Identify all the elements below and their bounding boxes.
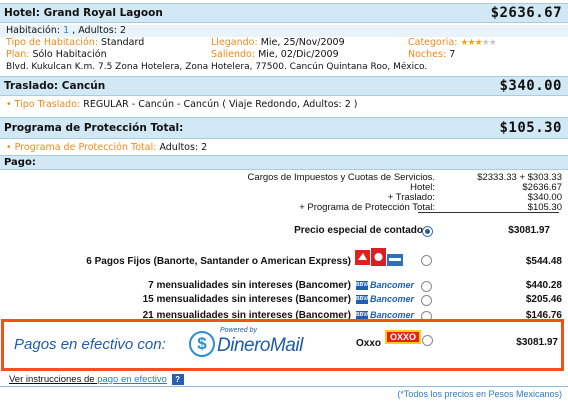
room-adults: , Adultos: 2 — [69, 25, 126, 36]
payment-option-amount: $440.28 — [525, 280, 562, 291]
dineromail-logo: DineroMail — [217, 335, 303, 356]
instructions-text: Ver instrucciones de — [9, 374, 98, 386]
bullet-icon: • — [6, 99, 15, 110]
protection-amount: $105.30 — [499, 120, 562, 136]
nights-value: 7 — [449, 49, 456, 60]
plan-value: Sólo Habitación — [32, 49, 107, 60]
arrival-label: Llegando: — [211, 37, 261, 48]
hotel-amount: $2636.67 — [490, 5, 562, 21]
hotel-header: Hotel: Grand Royal Lagoon $2636.67 — [0, 3, 568, 23]
hotel-title: Hotel: Grand Royal Lagoon — [4, 7, 163, 19]
powered-by: Powered by — [220, 327, 257, 334]
dineromail-box: Pagos en efectivo con: $ Powered by Dine… — [1, 319, 564, 371]
store-label: Oxxo — [356, 338, 382, 349]
category-stars: ★★★★★ — [460, 37, 497, 48]
payment-option-radio[interactable] — [421, 255, 432, 266]
payment-option-amount: $544.48 — [525, 256, 562, 267]
bullet-icon: • — [6, 142, 15, 153]
transfer-title: Traslado: Cancún — [4, 80, 106, 92]
transfer-type-row: • Tipo Traslado: REGULAR - Cancún - Canc… — [0, 99, 568, 111]
currency-footnote: (*Todos los precios en Pesos Mexicanos) — [397, 389, 562, 399]
payment-option-row: 15 mensualidades sin intereses (Bancomer… — [0, 294, 568, 308]
bbva-icon: BBVA — [356, 294, 370, 304]
payment-option-radio[interactable] — [421, 295, 432, 306]
payment-title: Pago: — [4, 157, 36, 168]
payment-header: Pago: — [0, 155, 568, 170]
footer-divider — [0, 386, 568, 387]
help-icon[interactable]: ? — [171, 374, 184, 385]
arrival-date: Mie, 25/Nov/2009 — [260, 37, 345, 48]
oxxo-logo: OXXO — [385, 330, 421, 344]
room-type-label: Tipo de Habitación: — [6, 37, 102, 48]
cash-price-label: Precio especial de contado — [294, 225, 423, 236]
transfer-type-label: Tipo Traslado: — [14, 99, 84, 110]
bank-logos-icon — [355, 248, 403, 266]
hotel-details-row-1: Tipo de Habitación: Standard Llegando: M… — [0, 37, 568, 49]
cash-price-amount: $3081.97 — [508, 225, 550, 236]
bancomer-logo: BBVA Bancomer — [356, 280, 415, 290]
bbva-icon: BBVA — [356, 280, 370, 290]
payment-option-label: 7 mensualidades sin intereses (Bancomer) — [148, 280, 351, 291]
plan-label: Plan: — [6, 49, 33, 60]
payment-option-label: 6 Pagos Fijos (Banorte, Santander o Amer… — [86, 256, 351, 267]
card-logos — [355, 248, 403, 270]
hotel-room-row: Habitación: 1 , Adultos: 2 — [0, 25, 568, 37]
room-label: Habitación: — [6, 25, 64, 36]
charges-values: $2333.33 + $303.33 $2636.67 $340.00 $105… — [477, 173, 562, 213]
hotel-details-row-2: Plan: Sólo Habitación Saliendo: Mie, 02/… — [0, 49, 568, 61]
star-filled-icon: ★ — [474, 38, 483, 48]
departure-label: Saliendo: — [211, 49, 259, 60]
payment-option-amount: $205.46 — [525, 294, 562, 305]
instructions-row: Ver instrucciones de pago en efectivo ? — [9, 374, 184, 385]
category-label: Categoria: — [408, 37, 461, 48]
payment-option-row: 6 Pagos Fijos (Banorte, Santander o Amer… — [0, 248, 568, 270]
protection-title: Programa de Protección Total: — [4, 122, 184, 134]
instructions-link[interactable]: pago en efectivo — [97, 374, 167, 385]
star-empty-icon: ★ — [481, 38, 490, 48]
dineromail-amount: $3081.97 — [516, 337, 558, 348]
dineromail-dollar-icon: $ — [189, 331, 215, 357]
payment-option-radio[interactable] — [421, 281, 432, 292]
transfer-header: Traslado: Cancún $340.00 — [0, 76, 568, 96]
star-empty-icon: ★ — [488, 38, 497, 48]
dineromail-prefix: Pagos en efectivo con: — [14, 336, 166, 353]
total-divider — [418, 212, 559, 213]
departure-date: Mie, 02/Dic/2009 — [258, 49, 339, 60]
protection-row: • Programa de Protección Total: Adultos:… — [0, 142, 568, 154]
protection-value: Adultos: 2 — [159, 142, 208, 153]
charge-label: + Programa de Protección Total: — [299, 202, 435, 213]
star-filled-icon: ★ — [460, 38, 468, 48]
cash-price-row: Precio especial de contado $3081.97 — [0, 225, 568, 239]
transfer-amount: $340.00 — [499, 78, 562, 94]
charge-label: Cargos de Impuestos y Cuotas de Servicio… — [247, 172, 435, 183]
charges-labels: Cargos de Impuestos y Cuotas de Servicio… — [248, 173, 435, 213]
payment-option-label: 15 mensualidades sin intereses (Bancomer… — [142, 294, 351, 305]
room-type: Standard — [101, 37, 145, 48]
transfer-type-value: REGULAR - Cancún - Cancún ( Viaje Redond… — [83, 99, 358, 110]
nights-label: Noches: — [408, 49, 450, 60]
bancomer-logo: BBVA Bancomer — [356, 294, 415, 304]
star-filled-icon: ★ — [467, 38, 476, 48]
protection-header: Programa de Protección Total: $105.30 — [0, 117, 568, 139]
payment-option-row: 7 mensualidades sin intereses (Bancomer)… — [0, 280, 568, 294]
hotel-address: Blvd. Kukulcan K.m. 7.5 Zona Hotelera, Z… — [6, 62, 428, 72]
cash-price-radio[interactable] — [422, 226, 433, 237]
protection-label: Programa de Protección Total: — [14, 142, 160, 153]
oxxo-radio[interactable] — [422, 335, 433, 346]
